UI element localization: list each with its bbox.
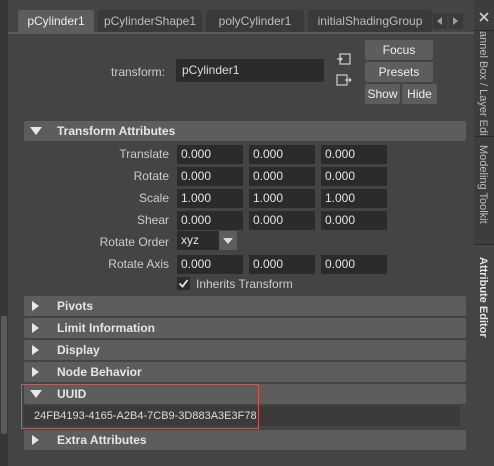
tab-polycylinder1[interactable]: polyCylinder1 — [206, 10, 304, 32]
limit-information-header[interactable]: Limit Information — [24, 318, 466, 338]
rotate-axis-y-field[interactable]: 0.000 — [249, 255, 315, 274]
tab-initialshadinggroup[interactable]: initialShadingGroup — [308, 10, 432, 32]
dock-tab-label: Attribute Editor — [477, 257, 489, 338]
rotate-label: Rotate — [133, 169, 169, 183]
tab-scroll-arrows — [433, 10, 465, 32]
rotate-order-value: xyz — [181, 233, 199, 247]
uuid-highlight-box — [21, 384, 259, 429]
node-tab-bar: pCylinder1 pCylinderShape1 polyCylinder1… — [8, 0, 474, 32]
scale-z-field[interactable]: 1.000 — [321, 189, 387, 208]
left-scrollbar[interactable] — [1, 316, 7, 434]
inherits-transform-checkbox[interactable] — [177, 277, 190, 290]
collapse-arrow-icon — [32, 435, 39, 445]
section-title: Node Behavior — [57, 365, 142, 379]
scale-y-field[interactable]: 1.000 — [249, 189, 315, 208]
rotate-y-field[interactable]: 0.000 — [249, 167, 315, 186]
dock-tab-label: annel Box / Layer Editor — [477, 31, 489, 136]
shear-label: Shear — [136, 213, 169, 227]
left-panel-edge — [0, 0, 8, 466]
tab-pcylinder1[interactable]: pCylinder1 — [18, 10, 94, 32]
translate-x-field[interactable]: 0.000 — [177, 145, 243, 164]
transform-name-field[interactable]: pCylinder1 — [176, 59, 324, 82]
section-title: Display — [57, 343, 100, 357]
transform-label: transform: — [111, 65, 166, 79]
chevron-down-icon[interactable] — [219, 231, 237, 250]
collapse-arrow-icon — [32, 301, 39, 311]
checkmark-icon — [178, 279, 189, 288]
transform-attributes-header[interactable]: Transform Attributes — [24, 121, 466, 141]
collapse-arrow-icon — [32, 367, 39, 377]
translate-z-field[interactable]: 0.000 — [321, 145, 387, 164]
pivots-header[interactable]: Pivots — [24, 296, 466, 316]
tab-scroll-left-icon[interactable] — [433, 13, 447, 29]
extra-attributes-header[interactable]: Extra Attributes — [24, 430, 466, 450]
rotate-z-field[interactable]: 0.000 — [321, 167, 387, 186]
section-title: Extra Attributes — [57, 433, 147, 447]
collapse-arrow-icon — [32, 323, 39, 333]
rotate-axis-x-field[interactable]: 0.000 — [177, 255, 243, 274]
show-button[interactable]: Show — [365, 84, 400, 104]
dock-tab-attribute-editor[interactable]: Attribute Editor — [474, 244, 494, 466]
dock-tab-label: Modeling Toolkit — [477, 145, 489, 224]
section-title: Pivots — [57, 299, 94, 313]
display-header[interactable]: Display — [24, 340, 466, 360]
rotate-axis-z-field[interactable]: 0.000 — [321, 255, 387, 274]
expand-arrow-icon — [30, 127, 42, 135]
scale-x-field[interactable]: 1.000 — [177, 189, 243, 208]
collapse-arrow-icon — [32, 345, 39, 355]
rotate-order-label: Rotate Order — [99, 235, 169, 249]
shear-xy-field[interactable]: 0.000 — [177, 211, 243, 230]
scale-label: Scale — [138, 191, 169, 205]
hide-button[interactable]: Hide — [402, 84, 437, 104]
rotate-x-field[interactable]: 0.000 — [177, 167, 243, 186]
translate-y-field[interactable]: 0.000 — [249, 145, 315, 164]
dock-tab-channel-box[interactable]: annel Box / Layer Editor — [474, 30, 494, 136]
output-connection-icon[interactable] — [336, 72, 352, 88]
tab-pcylindershape1[interactable]: pCylinderShape1 — [98, 10, 202, 32]
attribute-editor-panel: pCylinder1 pCylinderShape1 polyCylinder1… — [8, 0, 474, 466]
shear-yz-field[interactable]: 0.000 — [321, 211, 387, 230]
presets-button[interactable]: Presets — [365, 62, 433, 82]
tab-scroll-right-icon[interactable] — [449, 13, 463, 29]
node-behavior-header[interactable]: Node Behavior — [24, 362, 466, 382]
inherits-transform-label: Inherits Transform — [196, 277, 293, 291]
translate-label: Translate — [119, 147, 169, 161]
section-title: Transform Attributes — [57, 124, 176, 138]
rotate-axis-label: Rotate Axis — [108, 257, 169, 271]
tab-underline — [8, 32, 474, 34]
shear-xz-field[interactable]: 0.000 — [249, 211, 315, 230]
close-icon[interactable] — [477, 10, 491, 24]
dock-tab-modeling-toolkit[interactable]: Modeling Toolkit — [474, 136, 494, 244]
section-title: Limit Information — [57, 321, 155, 335]
input-connection-icon[interactable] — [336, 51, 352, 67]
right-dock-tabs: annel Box / Layer Editor Modeling Toolki… — [474, 0, 494, 466]
focus-button[interactable]: Focus — [365, 40, 433, 60]
rotate-order-dropdown[interactable]: xyz — [177, 231, 237, 250]
